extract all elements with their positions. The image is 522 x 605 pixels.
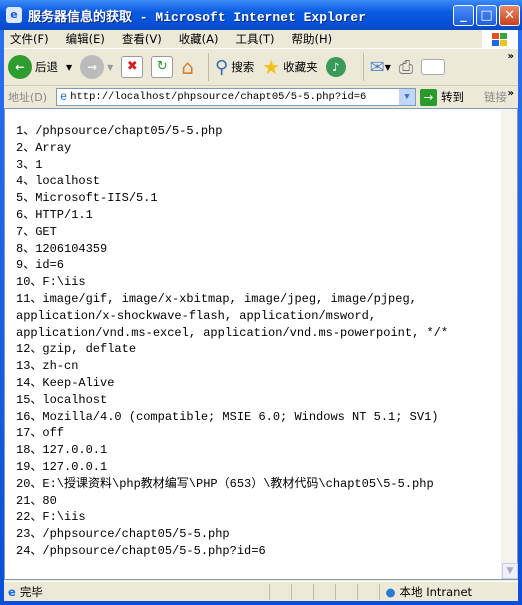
ie-icon: e [6, 7, 22, 23]
stop-button[interactable]: ✖ [121, 56, 144, 78]
page-content: 1、/phpsource/chapt05/5-5.php 2、Array 3、1 4、… [4, 108, 518, 580]
title-bar[interactable]: e 服务器信息的获取 - Microsoft Internet Explorer… [0, 0, 522, 30]
browser-frame: 文件(F) 编辑(E) 查看(V) 收藏(A) 工具(T) 帮助(H) ← 后退 ▼… [4, 30, 518, 601]
media-button[interactable]: ♪ [325, 57, 349, 77]
favorites-button[interactable]: ★ 收藏夹 [262, 55, 317, 79]
zone-label: 本地 Intranet [399, 584, 473, 599]
menu-edit[interactable]: 编辑(E) [66, 31, 105, 47]
info-line: 11、image/gif, image/x-xbitmap, image/jpe… [16, 291, 449, 340]
info-line: 19、127.0.0.1 [16, 459, 108, 474]
security-zone: ● 本地 Intranet [378, 583, 519, 600]
go-button[interactable]: → 转到 [420, 88, 464, 106]
info-line: 10、F:\iis [16, 275, 86, 290]
address-dropdown-button[interactable]: ▼ [399, 89, 415, 105]
address-bar: 地址(D) e http://localhost/phpsource/chapt… [4, 86, 518, 108]
browser-window: e 服务器信息的获取 - Microsoft Internet Explorer… [0, 0, 522, 605]
menu-help[interactable]: 帮助(H) [292, 31, 333, 47]
info-line: 5、Microsoft-IIS/5.1 [16, 191, 158, 206]
go-arrow-icon: → [420, 88, 437, 106]
dropdown-icon: ▼ [384, 62, 391, 72]
info-line: 22、F:\iis [16, 510, 86, 525]
menu-tools[interactable]: 工具(T) [236, 31, 275, 47]
ie-page-icon: e [8, 584, 16, 599]
info-line: 14、Keep-Alive [16, 375, 115, 390]
search-button[interactable]: ⚲ 搜索 [215, 57, 254, 78]
home-icon: ⌂ [181, 55, 195, 79]
edit-button[interactable] [421, 59, 446, 75]
go-label: 转到 [441, 90, 464, 104]
info-line: 18、127.0.0.1 [16, 443, 108, 458]
info-line: 4、localhost [16, 174, 101, 189]
server-info-list: 1、/phpsource/chapt05/5-5.php 2、Array 3、1 4、… [5, 109, 517, 560]
search-label: 搜索 [231, 60, 255, 74]
info-line: 15、localhost [16, 392, 108, 407]
toolbar-more-chevron[interactable]: » [508, 51, 514, 62]
windows-logo-icon [482, 30, 518, 49]
address-label: 地址(D) [8, 91, 48, 104]
back-label: 后退 [35, 60, 58, 74]
info-line: 12、gzip, deflate [16, 342, 137, 357]
edit-icon [421, 59, 446, 75]
info-line: 16、Mozilla/4.0 (compatible; MSIE 6.0; Wi… [16, 409, 439, 424]
toolbar: ← 后退 ▼ → ▼ ✖ ↻ ⌂ ⚲ 搜索 ★ 收藏夹 ♪ ✉ ▼ ⎙ » [4, 49, 518, 86]
favorites-label: 收藏夹 [283, 60, 318, 74]
close-button[interactable]: ✕ [499, 5, 520, 26]
separator [362, 53, 364, 81]
status-text: 完毕 [19, 584, 43, 599]
window-title: 服务器信息的获取 - Microsoft Internet Explorer [28, 9, 367, 25]
print-icon: ⎙ [398, 56, 414, 78]
scroll-down-button[interactable]: ▼ [502, 563, 518, 579]
info-line: 6、HTTP/1.1 [16, 207, 93, 222]
address-input[interactable]: e http://localhost/phpsource/chapt05/5-5… [56, 88, 416, 106]
back-arrow-icon: ← [8, 55, 32, 79]
minimize-button[interactable]: _ [453, 5, 474, 26]
menu-bar: 文件(F) 编辑(E) 查看(V) 收藏(A) 工具(T) 帮助(H) [4, 30, 518, 49]
info-line: 24、/phpsource/chapt05/5-5.php?id=6 [16, 543, 266, 558]
page-icon: e [60, 90, 68, 104]
forward-button[interactable]: → ▼ [80, 55, 113, 79]
info-line: 20、E:\授课资料\php教材编写\PHP（653）\教材代码\chapt05… [16, 476, 434, 491]
info-line: 2、Array [16, 140, 72, 155]
address-url: http://localhost/phpsource/chapt05/5-5.p… [70, 91, 367, 103]
vertical-scrollbar[interactable]: ▼ [501, 109, 518, 579]
links-button[interactable]: 链接 [484, 89, 507, 105]
info-line: 1、/phpsource/chapt05/5-5.php [16, 124, 223, 138]
mail-button[interactable]: ✉ ▼ [370, 57, 391, 78]
info-line: 21、80 [16, 493, 57, 508]
info-line: 8、1206104359 [16, 241, 108, 256]
menu-file[interactable]: 文件(F) [10, 31, 49, 47]
info-line: 7、GET [16, 224, 57, 239]
back-button[interactable]: ← 后退 ▼ [8, 55, 72, 79]
menu-favorites[interactable]: 收藏(A) [179, 31, 219, 47]
info-line: 17、off [16, 426, 65, 441]
stop-icon: ✖ [121, 56, 144, 78]
mail-icon: ✉ [369, 56, 385, 78]
print-button[interactable]: ⎙ [399, 57, 413, 78]
dropdown-icon: ▼ [107, 62, 114, 72]
maximize-button[interactable]: □ [476, 5, 497, 26]
refresh-icon: ↻ [151, 56, 174, 78]
refresh-button[interactable]: ↻ [151, 56, 174, 78]
info-line: 3、1 [16, 157, 43, 172]
dropdown-icon[interactable]: ▼ [66, 63, 72, 72]
info-line: 23、/phpsource/chapt05/5-5.php [16, 527, 230, 542]
star-icon: ★ [262, 55, 281, 79]
forward-arrow-icon: → [80, 55, 105, 79]
media-icon: ♪ [325, 57, 346, 77]
info-line: 13、zh-cn [16, 359, 79, 374]
status-bar: e 完毕 ● 本地 Intranet [4, 581, 518, 601]
links-more-chevron[interactable]: » [508, 88, 514, 99]
intranet-icon: ● [385, 584, 396, 599]
home-button[interactable]: ⌂ [181, 55, 194, 79]
menu-view[interactable]: 查看(V) [122, 31, 162, 47]
search-icon: ⚲ [215, 56, 229, 78]
info-line: 9、id=6 [16, 258, 65, 273]
separator [208, 53, 210, 81]
